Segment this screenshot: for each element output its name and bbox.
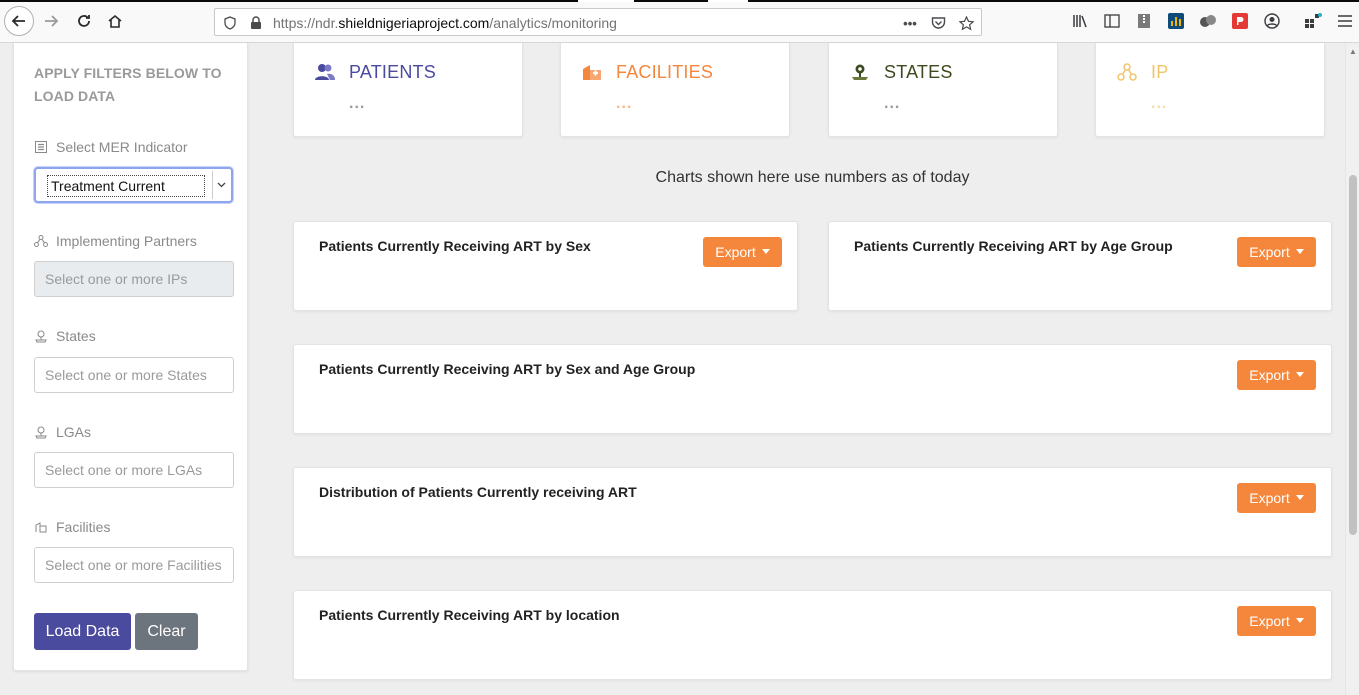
zip-extension-icon[interactable] bbox=[1134, 11, 1154, 31]
back-button[interactable] bbox=[4, 6, 34, 36]
stat-card-states: STATES ... bbox=[828, 43, 1058, 137]
bookmark-star-icon[interactable] bbox=[957, 14, 975, 32]
stat-value: ... bbox=[1151, 95, 1168, 112]
implementing-partners-label: Implementing Partners bbox=[34, 233, 197, 249]
panel-title: Patients Currently Receiving ART by Sex bbox=[319, 238, 591, 254]
caret-down-icon bbox=[1295, 248, 1304, 254]
lgas-select[interactable]: Select one or more LGAs bbox=[34, 452, 234, 488]
ip-select[interactable]: Select one or more IPs bbox=[34, 261, 234, 297]
stat-card-facilities: FACILITIES ... bbox=[560, 43, 790, 137]
account-icon[interactable] bbox=[1262, 11, 1282, 31]
facilities-select[interactable]: Select one or more Facilities bbox=[34, 547, 234, 583]
sidebar-toggle-icon[interactable] bbox=[1102, 11, 1122, 31]
analytics-extension-icon[interactable] bbox=[1166, 11, 1186, 31]
facilities-label: Facilities bbox=[34, 519, 110, 535]
stat-card-ip: IP ... bbox=[1095, 43, 1325, 137]
export-label: Export bbox=[715, 244, 756, 260]
lgas-label-text: LGAs bbox=[56, 424, 92, 440]
menu-icon[interactable] bbox=[1335, 11, 1355, 31]
charts-note: Charts shown here use numbers as of toda… bbox=[655, 169, 970, 186]
export-button[interactable]: Export bbox=[703, 237, 782, 267]
export-button[interactable]: Export bbox=[1237, 606, 1316, 636]
forward-button[interactable] bbox=[37, 7, 65, 35]
library-icon[interactable] bbox=[1070, 11, 1090, 31]
chart-panel-distribution: Distribution of Patients Currently recei… bbox=[293, 467, 1332, 557]
shield-icon[interactable] bbox=[221, 14, 239, 32]
pdf-extension-icon[interactable] bbox=[1230, 11, 1250, 31]
address-bar[interactable]: https://ndr.shieldnigeriaproject.com/ana… bbox=[214, 8, 982, 36]
url-text[interactable]: https://ndr.shieldnigeriaproject.com/ana… bbox=[273, 15, 617, 31]
states-select[interactable]: Select one or more States bbox=[34, 357, 234, 393]
chart-panel-art-by-sex-age: Patients Currently Receiving ART by Sex … bbox=[293, 344, 1332, 434]
mer-indicator-value: Treatment Current bbox=[47, 175, 205, 197]
facilities-icon bbox=[581, 61, 603, 83]
stat-value: ... bbox=[616, 95, 633, 112]
chevron-down-icon[interactable] bbox=[212, 171, 229, 199]
tab-indicator bbox=[708, 0, 748, 2]
scrollbar-thumb[interactable] bbox=[1349, 175, 1357, 535]
extensions-grid-icon[interactable] bbox=[1303, 11, 1323, 31]
home-button[interactable] bbox=[101, 7, 129, 35]
filter-sidebar: APPLY FILTERS BELOW TO LOAD DATA Select … bbox=[13, 43, 248, 671]
clear-button[interactable]: Clear bbox=[135, 613, 198, 650]
network-icon bbox=[34, 234, 48, 248]
reload-button[interactable] bbox=[70, 7, 98, 35]
panel-title: Patients Currently Receiving ART by loca… bbox=[319, 607, 620, 623]
more-actions-icon[interactable]: ••• bbox=[901, 14, 919, 32]
page-scrollbar[interactable]: ▲ bbox=[1345, 43, 1359, 695]
list-icon bbox=[34, 140, 48, 154]
filter-title: APPLY FILTERS BELOW TO LOAD DATA bbox=[34, 65, 222, 104]
scroll-up-icon[interactable]: ▲ bbox=[1349, 47, 1357, 56]
extension-icon[interactable] bbox=[1198, 11, 1218, 31]
panel-title: Distribution of Patients Currently recei… bbox=[319, 484, 637, 500]
export-button[interactable]: Export bbox=[1237, 483, 1316, 513]
tab-indicator bbox=[578, 0, 634, 2]
patients-icon bbox=[314, 61, 336, 83]
panel-title: Patients Currently Receiving ART by Age … bbox=[854, 238, 1173, 254]
facilities-label-text: Facilities bbox=[56, 519, 111, 535]
map-pin-icon bbox=[849, 61, 871, 83]
lgas-label: LGAs bbox=[34, 424, 91, 440]
stat-label: STATES bbox=[884, 62, 953, 82]
stat-value: ... bbox=[349, 95, 366, 112]
stat-label: FACILITIES bbox=[616, 62, 714, 82]
load-data-button[interactable]: Load Data bbox=[34, 613, 131, 650]
stat-label: PATIENTS bbox=[349, 62, 436, 82]
pocket-icon[interactable] bbox=[929, 14, 947, 32]
export-label: Export bbox=[1249, 367, 1290, 383]
implementing-partners-label-text: Implementing Partners bbox=[56, 233, 197, 249]
lock-icon[interactable] bbox=[247, 14, 265, 32]
export-label: Export bbox=[1249, 613, 1290, 629]
network-icon bbox=[1116, 61, 1138, 83]
export-button[interactable]: Export bbox=[1237, 360, 1316, 390]
export-label: Export bbox=[1249, 490, 1290, 506]
export-label: Export bbox=[1249, 244, 1290, 260]
mer-indicator-select[interactable]: Treatment Current bbox=[34, 167, 233, 203]
mer-indicator-label: Select MER Indicator bbox=[34, 139, 188, 155]
caret-down-icon bbox=[1295, 494, 1304, 500]
tab-strip bbox=[0, 0, 1359, 2]
mer-indicator-label-text: Select MER Indicator bbox=[56, 139, 188, 155]
export-button[interactable]: Export bbox=[1237, 237, 1316, 267]
map-pin-icon bbox=[34, 329, 48, 343]
chart-panel-art-by-age: Patients Currently Receiving ART by Age … bbox=[828, 221, 1332, 311]
browser-toolbar: https://ndr.shieldnigeriaproject.com/ana… bbox=[0, 0, 1359, 43]
chart-panel-art-by-location: Patients Currently Receiving ART by loca… bbox=[293, 590, 1332, 680]
stat-value: ... bbox=[884, 95, 901, 112]
chart-panel-art-by-sex: Patients Currently Receiving ART by Sex … bbox=[293, 221, 798, 311]
facility-icon bbox=[34, 520, 48, 534]
stat-label: IP bbox=[1151, 62, 1169, 82]
states-label-text: States bbox=[56, 328, 96, 344]
caret-down-icon bbox=[1295, 617, 1304, 623]
caret-down-icon bbox=[1295, 371, 1304, 377]
map-pin-icon bbox=[34, 425, 48, 439]
panel-title: Patients Currently Receiving ART by Sex … bbox=[319, 361, 696, 377]
caret-down-icon bbox=[761, 248, 770, 254]
states-label: States bbox=[34, 328, 96, 344]
stat-card-patients: PATIENTS ... bbox=[293, 43, 523, 137]
